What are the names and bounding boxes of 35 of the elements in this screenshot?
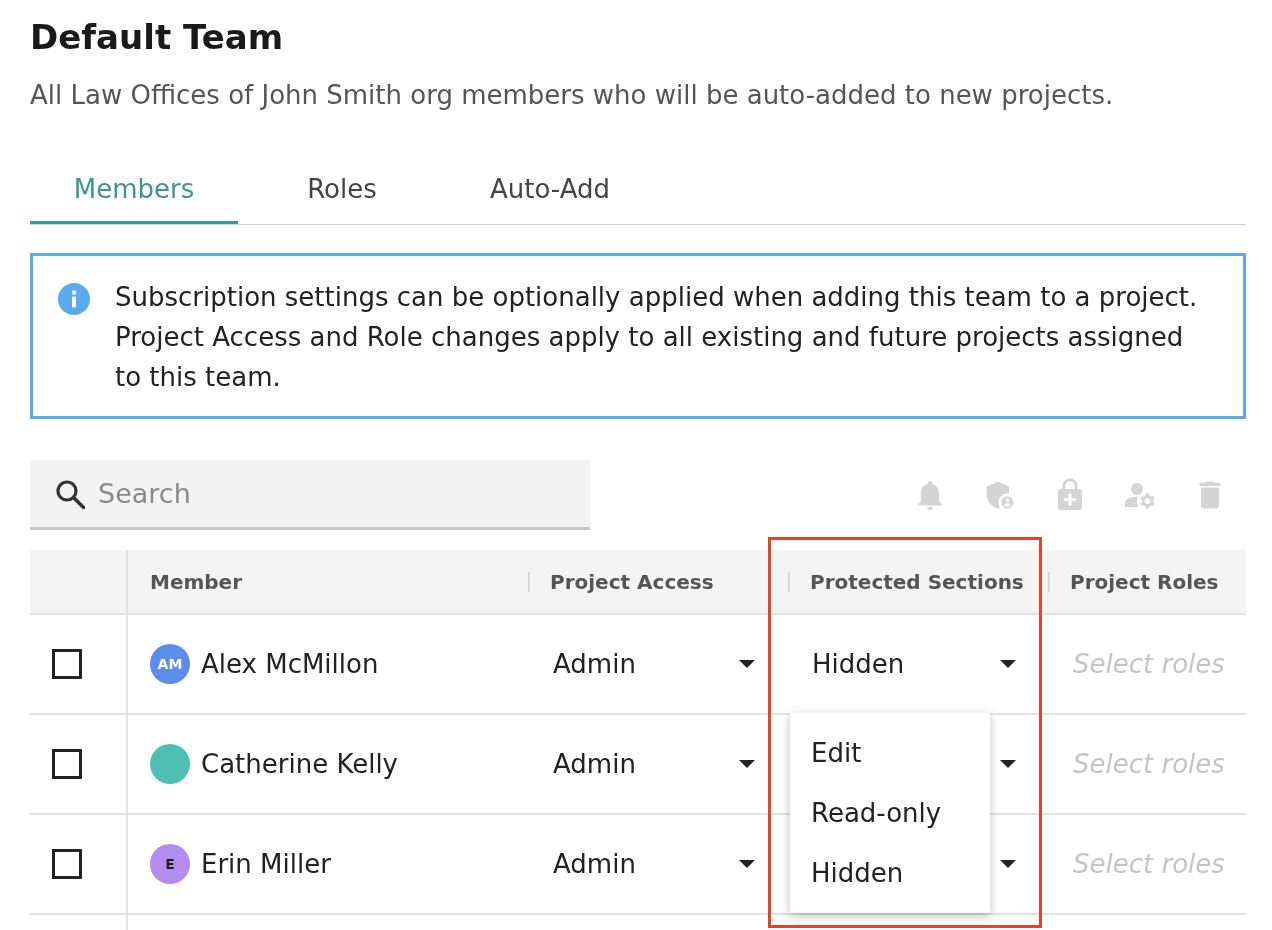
caret-icon xyxy=(1000,760,1016,768)
tab[interactable]: Auto-Add xyxy=(446,158,654,224)
checkbox[interactable] xyxy=(52,849,82,879)
sections-dropdown[interactable]: Hidden xyxy=(788,615,1048,713)
info-text: Subscription settings can be optionally applied when adding this team to a project. Project Access and Role changes apply to all existing and future projects assigned to this team. xyxy=(115,281,1199,394)
avatar-photo-placeholder xyxy=(150,744,190,784)
caret-icon xyxy=(739,860,755,868)
info-icon xyxy=(58,283,90,315)
menu-item[interactable]: Read-only xyxy=(790,783,990,843)
checkbox[interactable] xyxy=(52,649,82,679)
page-title: Default Team xyxy=(30,16,285,59)
search-icon xyxy=(55,479,85,509)
member-name: Alex McMillon xyxy=(201,647,379,681)
tab[interactable]: Roles xyxy=(238,158,446,224)
caret-icon xyxy=(739,660,755,668)
column-header: Project Roles xyxy=(1070,568,1219,596)
column-header: Protected Sections xyxy=(810,568,1024,596)
menu-item[interactable]: Hidden xyxy=(790,843,990,903)
page-subtitle: All Law Offices of John Smith org members who will be auto-added to new projects. xyxy=(30,79,1115,111)
avatar-initials: AM xyxy=(150,644,190,684)
checkbox[interactable] xyxy=(52,749,82,779)
tab[interactable]: Members xyxy=(30,158,238,224)
caret-icon xyxy=(739,760,755,768)
member-name: Erin Miller xyxy=(201,847,331,881)
caret-icon xyxy=(1000,660,1016,668)
search-field[interactable]: Search xyxy=(30,460,590,530)
column-header: Member xyxy=(150,568,243,596)
access-dropdown[interactable]: Admin xyxy=(528,815,788,913)
column-header: Project Access xyxy=(550,568,714,596)
access-dropdown[interactable]: Admin xyxy=(528,615,788,713)
caret-icon xyxy=(1000,860,1016,868)
avatar-initials: E xyxy=(150,844,190,884)
member-name: Catherine Kelly xyxy=(201,747,398,781)
access-dropdown[interactable]: Admin xyxy=(528,715,788,813)
menu-item[interactable]: Edit xyxy=(790,723,990,783)
